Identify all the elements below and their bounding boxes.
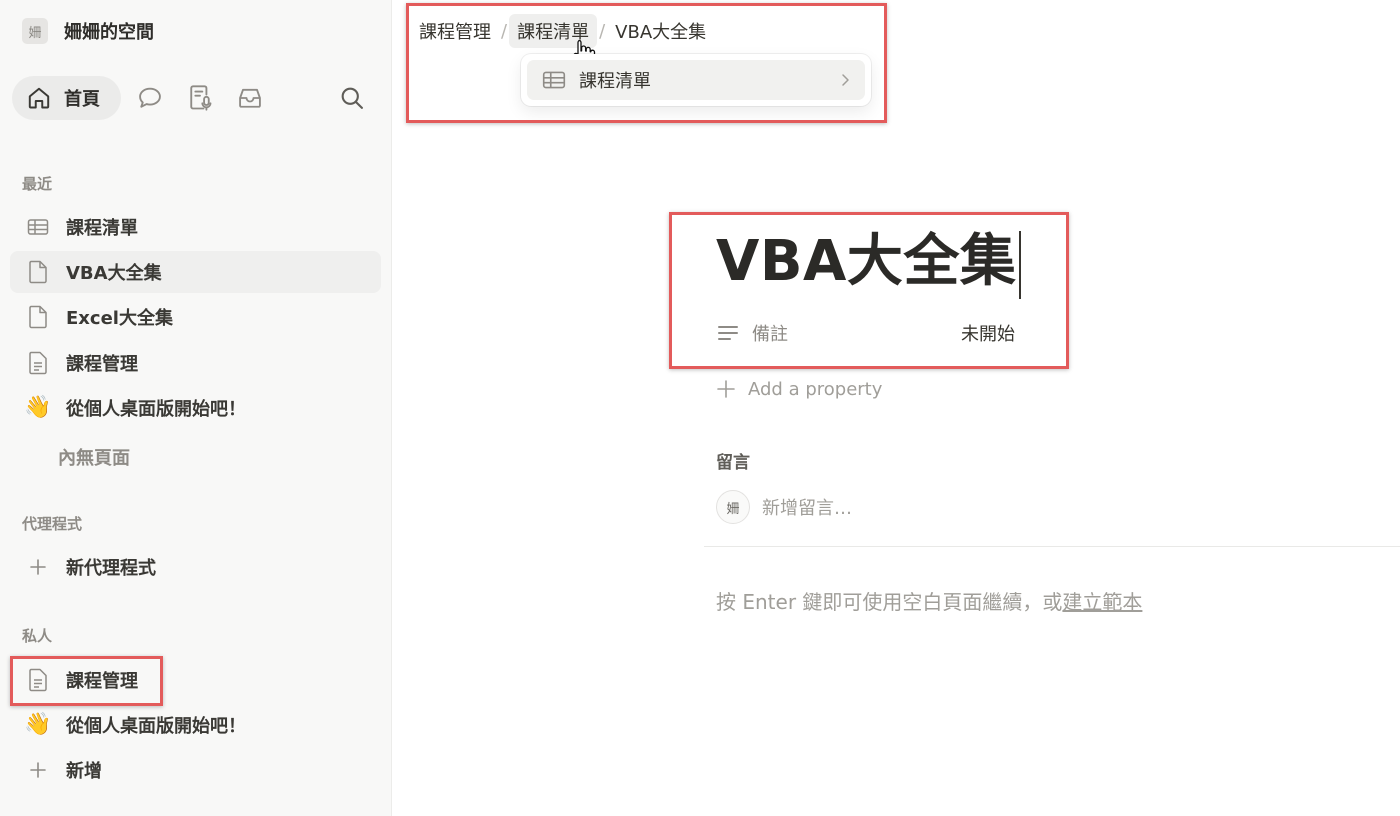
section-recent: 最近 [22, 175, 53, 193]
wave-icon: 👋 [24, 712, 52, 737]
hint-text: 按 Enter 鍵即可使用空白頁面繼續，或 [716, 590, 1063, 614]
add-page-label: 新增 [66, 761, 102, 782]
sidebar-item-course-list[interactable]: 課程清單 [10, 206, 381, 248]
workspace-avatar: 姍 [22, 18, 48, 44]
sidebar: 姍 姍姍的空間 首頁 最近 課程清單 VBA大全集 Excel大全集 課程管理 … [0, 0, 392, 816]
comments-heading: 留言 [716, 453, 750, 473]
new-agent-label: 新代理程式 [66, 558, 156, 579]
property-row[interactable]: 備註 未開始 [716, 316, 1026, 350]
sidebar-item-private-getting-started[interactable]: 👋 從個人桌面版開始吧！ [10, 704, 381, 746]
page-icon [24, 258, 52, 286]
text-lines-icon [718, 326, 738, 340]
wave-icon: 👋 [24, 395, 52, 420]
section-agents: 代理程式 [22, 515, 83, 533]
table-icon [542, 71, 566, 89]
sidebar-item-label: 從個人桌面版開始吧！ [66, 399, 246, 420]
sidebar-item-vba[interactable]: VBA大全集 [10, 251, 381, 293]
breadcrumb-separator: / [501, 20, 508, 42]
breadcrumb-item[interactable]: 課程管理 [411, 14, 499, 48]
property-value[interactable]: 未開始 [961, 320, 1015, 346]
breadcrumb: 課程管理 / 課程清單 / VBA大全集 [411, 14, 714, 48]
text-caret [1019, 230, 1022, 299]
sidebar-item-label: VBA大全集 [66, 263, 162, 284]
sidebar-item-course-management[interactable]: 課程管理 [10, 342, 381, 384]
home-label: 首頁 [64, 89, 100, 110]
workspace-name: 姍姍的空間 [64, 22, 154, 43]
workspace-switcher[interactable]: 姍 姍姍的空間 [22, 16, 154, 46]
sidebar-item-private-course-management[interactable]: 課程管理 [10, 659, 381, 701]
create-template-link[interactable]: 建立範本 [1062, 590, 1142, 614]
dropdown-item-label: 課程清單 [579, 71, 651, 92]
plus-icon [24, 756, 52, 784]
page-title-text: VBA大全集 [716, 229, 1017, 294]
page-title[interactable]: VBA大全集 [716, 226, 1022, 299]
dropdown-item-course-list[interactable]: 課程清單 [527, 60, 865, 100]
page-icon [24, 303, 52, 331]
sidebar-item-label: 課程管理 [66, 671, 138, 692]
add-property-label: Add a property [748, 378, 883, 400]
meeting-notes-icon[interactable] [186, 84, 214, 112]
comment-input[interactable]: 新增留言… [762, 494, 852, 520]
sidebar-item-label: 課程清單 [66, 218, 138, 239]
inbox-icon[interactable] [236, 84, 264, 112]
plus-icon [717, 380, 735, 398]
add-page-button[interactable]: 新增 [10, 749, 381, 791]
search-icon[interactable] [338, 84, 366, 112]
doc-icon [24, 349, 52, 377]
breadcrumb-item[interactable]: VBA大全集 [607, 14, 714, 48]
sidebar-item-label: Excel大全集 [66, 308, 173, 329]
chevron-right-icon[interactable] [837, 72, 853, 88]
comment-composer[interactable]: 姍 新增留言… [716, 490, 852, 524]
sidebar-item-excel[interactable]: Excel大全集 [10, 296, 381, 338]
sidebar-item-getting-started[interactable]: 👋 從個人桌面版開始吧！ [10, 387, 381, 429]
doc-icon [24, 666, 52, 694]
table-icon [24, 213, 52, 241]
main-content: 課程管理 / 課程清單 / VBA大全集 課程清單 VBA大全集 備註 未開始 … [393, 0, 1400, 816]
avatar: 姍 [716, 490, 750, 524]
sidebar-item-label: 從個人桌面版開始吧！ [66, 716, 246, 737]
sidebar-item-label: 課程管理 [66, 354, 138, 375]
empty-page-hint: 按 Enter 鍵即可使用空白頁面繼續，或建立範本 [716, 586, 1142, 615]
breadcrumb-separator: / [599, 20, 606, 42]
breadcrumb-dropdown: 課程清單 [521, 54, 871, 106]
plus-icon [24, 553, 52, 581]
top-navigation: 首頁 [12, 76, 382, 120]
divider [704, 546, 1400, 547]
home-icon [28, 87, 50, 109]
chat-icon[interactable] [136, 84, 164, 112]
home-button[interactable]: 首頁 [12, 76, 121, 120]
new-agent-button[interactable]: 新代理程式 [10, 546, 381, 588]
add-property-button[interactable]: Add a property [716, 374, 882, 404]
property-name: 備註 [752, 324, 788, 345]
section-private: 私人 [22, 627, 53, 645]
no-pages-text: 內無頁面 [58, 448, 130, 469]
